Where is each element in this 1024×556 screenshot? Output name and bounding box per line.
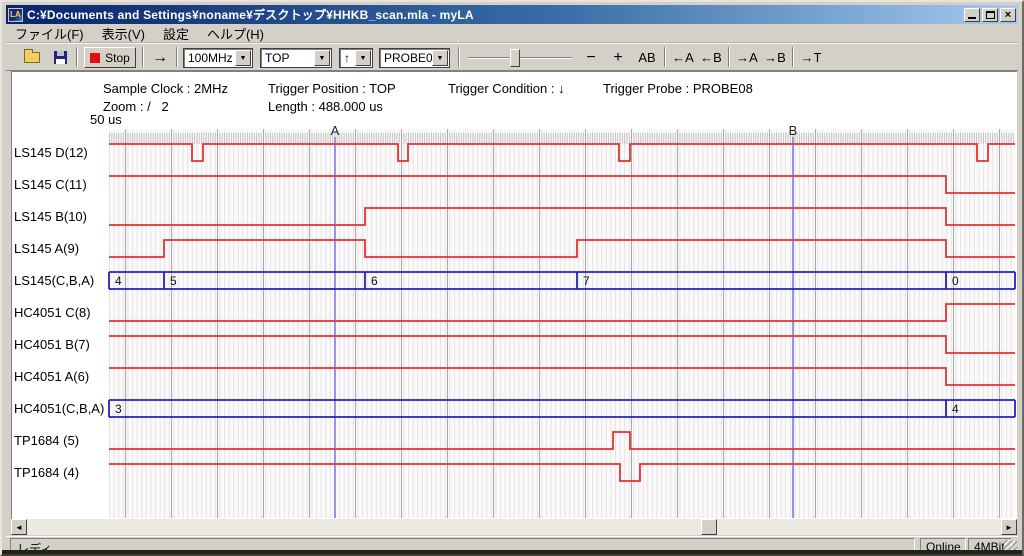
menu-view[interactable]: 表示(V) [93,23,154,44]
menu-help[interactable]: ヘルプ(H) [198,23,273,44]
menu-bar: ファイル(F) 表示(V) 設定 ヘルプ(H) [6,24,1018,43]
waveform-plot[interactable]: AB 4567034 [109,127,1015,518]
trigger-condition-info: Trigger Condition : ↓ [448,81,565,96]
minimize-button[interactable] [964,8,980,22]
toolbar-separator [728,47,730,67]
slider-thumb[interactable] [510,49,520,67]
stop-label: Stop [105,51,130,65]
signal-label: LS145 A(9) [14,241,79,256]
stop-icon [90,53,100,63]
probe-combobox[interactable]: PROBE00▼ [379,48,450,68]
toolbar-separator [176,47,178,67]
signal-label: LS145 B(10) [14,209,87,224]
time-scale-label: 50 us [90,112,122,127]
zoom-slider[interactable] [468,48,572,68]
signal-label: TP1684 (4) [14,465,79,480]
toolbar-separator [458,47,460,67]
minimize-icon [968,17,976,19]
length-info: Length : 488.000 us [268,99,383,114]
chevron-down-icon[interactable]: ▼ [432,50,448,66]
bus-value: 0 [952,274,959,288]
maximize-button[interactable] [982,8,998,22]
bus-value: 7 [583,274,590,288]
marker-label-a: A [331,123,340,138]
menu-file[interactable]: ファイル(F) [6,23,93,44]
signal-label: HC4051(C,B,A) [14,401,104,416]
bus-value: 4 [952,402,959,416]
goto-trigger-button[interactable]: →T [797,48,825,67]
bus-value: 4 [115,274,122,288]
goto-marker-b-left-button[interactable]: ←B [697,48,725,67]
goto-marker-b-right-button[interactable]: →B [761,48,789,67]
clock-combobox[interactable]: 100MHz▼ [183,48,253,68]
sample-clock-info: Sample Clock : 2MHz [103,81,228,96]
open-button[interactable] [20,46,44,68]
toolbar-separator [792,47,794,67]
trigger-probe-info: Trigger Probe : PROBE08 [603,81,753,96]
close-button[interactable]: × [1000,8,1016,22]
marker-label-b: B [789,123,798,138]
clock-value: 100MHz [188,51,233,65]
toolbar-separator [664,47,666,67]
trigger-position-info: Trigger Position : TOP [268,81,396,96]
trigger-position-value: TOP [265,51,289,65]
signal-label: HC4051 A(6) [14,369,89,384]
signal-label: HC4051 B(7) [14,337,90,352]
bus-value: 5 [170,274,177,288]
scrollbar-thumb[interactable] [701,519,717,535]
save-button[interactable] [48,46,72,68]
goto-marker-a-right-button[interactable]: →A [733,48,761,67]
bus-value: 6 [371,274,378,288]
signal-label: LS145 C(11) [14,177,87,192]
slider-track [468,57,572,59]
toolbar-separator [142,47,144,67]
desktop-edge [2,550,1022,554]
goto-marker-a-left-button[interactable]: ←A [669,48,697,67]
horizontal-scrollbar[interactable]: ◄ ► [11,519,1017,535]
maximize-icon [986,11,995,19]
signal-label: LS145(C,B,A) [14,273,94,288]
title-bar[interactable]: LA C:¥Documents and Settings¥noname¥デスクト… [6,5,1018,24]
chevron-down-icon[interactable]: ▼ [314,50,330,66]
arrow-right-icon: ► [1005,523,1013,532]
zoom-ab-button[interactable]: AB [633,48,661,67]
scroll-left-button[interactable]: ◄ [11,519,27,535]
trigger-edge-value: ↑ [344,51,350,65]
signal-label: LS145 D(12) [14,145,88,160]
zoom-in-button[interactable]: + [606,48,630,67]
signal-label: HC4051 C(8) [14,305,91,320]
close-icon: × [1005,10,1011,20]
save-floppy-icon [54,51,67,64]
window-title: C:¥Documents and Settings¥noname¥デスクトップ¥… [27,6,474,23]
chevron-down-icon[interactable]: ▼ [355,50,371,66]
trigger-position-combobox[interactable]: TOP ▼ [260,48,332,68]
chevron-down-icon[interactable]: ▼ [235,50,251,66]
grid-major-lines [109,129,1015,518]
run-button[interactable]: → [146,48,174,67]
toolbar-separator [76,47,78,67]
arrow-left-icon: ◄ [15,523,23,532]
app-icon[interactable]: LA [8,8,23,22]
stop-button[interactable]: Stop [84,47,136,68]
open-folder-icon [24,52,40,63]
scroll-right-button[interactable]: ► [1001,519,1017,535]
menu-settings[interactable]: 設定 [154,23,198,44]
trigger-edge-combobox[interactable]: ↑▼ [339,48,373,68]
toolbar: Stop → 100MHz▼ TOP▼ ↑▼ PROBE00▼ − + AB ←… [6,43,1018,71]
app-window: LA C:¥Documents and Settings¥noname¥デスクト… [0,0,1024,556]
signal-label: TP1684 (5) [14,433,79,448]
zoom-out-button[interactable]: − [579,48,603,67]
bus-value: 3 [115,402,122,416]
